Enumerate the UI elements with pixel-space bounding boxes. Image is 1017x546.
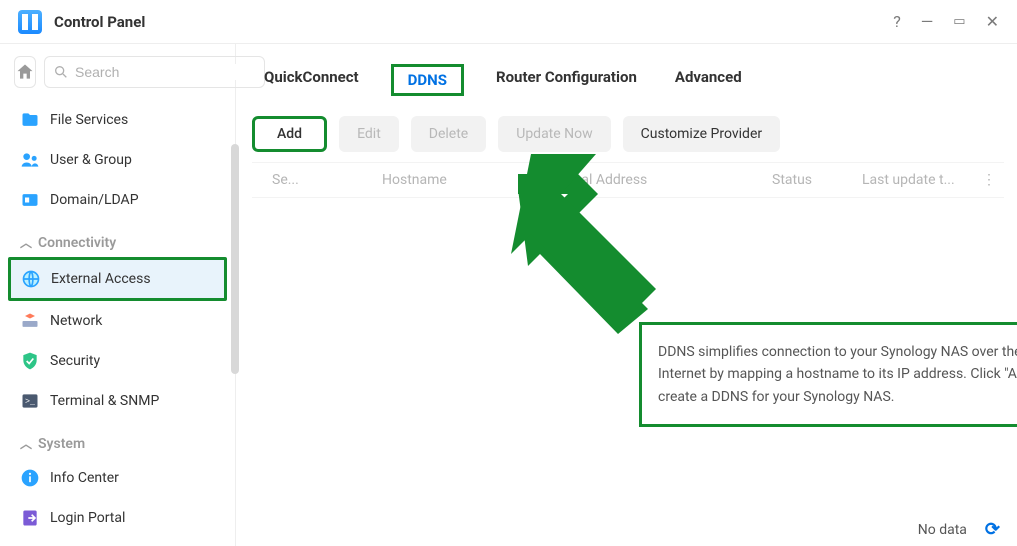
minimize-icon[interactable]: — — [921, 14, 934, 30]
annotation-callout: DDNS simplifies connection to your Synol… — [639, 322, 1017, 427]
add-button[interactable]: Add — [252, 116, 327, 152]
footer-status: No data — [918, 522, 967, 538]
table-menu-icon[interactable]: ⋮ — [982, 172, 1004, 188]
id-card-icon — [20, 190, 40, 210]
customize-provider-button[interactable]: Customize Provider — [623, 116, 780, 152]
sidebar-item-user-group[interactable]: User & Group — [0, 140, 235, 180]
annotation-arrow — [518, 174, 698, 334]
search-icon — [53, 64, 69, 80]
tab-ddns[interactable]: DDNS — [391, 64, 464, 96]
col-status[interactable]: Status — [772, 172, 862, 188]
sidebar-group-label: System — [38, 436, 85, 452]
sidebar-item-external-access[interactable]: External Access — [8, 257, 227, 301]
sidebar-item-domain-ldap[interactable]: Domain/LDAP — [0, 180, 235, 220]
svg-text:>_: >_ — [25, 397, 36, 407]
sidebar: File Services User & Group Domain/LDAP ︿… — [0, 44, 236, 546]
tab-advanced[interactable]: Advanced — [669, 64, 748, 96]
chevron-up-icon: ︿ — [20, 435, 32, 452]
sidebar-group-system[interactable]: ︿ System — [0, 421, 235, 458]
update-now-button: Update Now — [498, 116, 610, 152]
col-hostname[interactable]: Hostname — [382, 172, 542, 188]
terminal-icon: >_ — [20, 391, 40, 411]
sidebar-item-label: External Access — [51, 271, 151, 287]
tab-router-configuration[interactable]: Router Configuration — [490, 64, 643, 96]
sidebar-item-label: Domain/LDAP — [50, 192, 139, 208]
home-icon — [15, 62, 35, 82]
delete-button: Delete — [411, 116, 486, 152]
tabs: QuickConnect DDNS Router Configuration A… — [252, 64, 1004, 110]
sidebar-item-info-center[interactable]: Info Center — [0, 458, 235, 498]
search-input[interactable] — [75, 64, 256, 80]
sidebar-group-connectivity[interactable]: ︿ Connectivity — [0, 220, 235, 257]
users-icon — [20, 150, 40, 170]
footer: No data ⟳ — [918, 519, 1000, 540]
main-layout: File Services User & Group Domain/LDAP ︿… — [0, 44, 1017, 546]
info-icon — [20, 468, 40, 488]
content-area: QuickConnect DDNS Router Configuration A… — [236, 44, 1017, 546]
sidebar-group-label: Connectivity — [38, 235, 116, 251]
col-external-address[interactable]: External Address — [542, 172, 772, 188]
col-service-provider[interactable]: Se... — [272, 172, 382, 188]
sidebar-item-label: Network — [50, 313, 102, 329]
globe-icon — [21, 269, 41, 289]
close-icon[interactable]: ✕ — [986, 14, 999, 30]
table-header: Se... Hostname External Address Status L… — [252, 162, 1004, 198]
sidebar-item-terminal-snmp[interactable]: >_ Terminal & SNMP — [0, 381, 235, 421]
sidebar-item-login-portal[interactable]: Login Portal — [0, 498, 235, 538]
sidebar-item-label: Info Center — [50, 470, 119, 486]
shield-icon — [20, 351, 40, 371]
maximize-icon[interactable]: ▭ — [953, 15, 965, 28]
sidebar-item-label: Login Portal — [50, 510, 125, 526]
home-button[interactable] — [14, 56, 36, 88]
sidebar-item-label: File Services — [50, 112, 128, 128]
window-controls: ? — ▭ ✕ — [893, 14, 999, 30]
router-icon — [20, 311, 40, 331]
col-last-update[interactable]: Last update t... — [862, 172, 982, 188]
app-icon — [18, 10, 42, 34]
refresh-icon[interactable]: ⟳ — [985, 519, 1000, 540]
sidebar-search-row — [0, 56, 235, 100]
portal-icon — [20, 508, 40, 528]
sidebar-item-label: User & Group — [50, 152, 132, 168]
chevron-up-icon: ︿ — [20, 234, 32, 251]
sidebar-item-file-services[interactable]: File Services — [0, 100, 235, 140]
sidebar-item-label: Security — [50, 353, 100, 369]
folder-sync-icon — [20, 110, 40, 130]
search-box[interactable] — [44, 56, 265, 88]
sidebar-item-label: Terminal & SNMP — [50, 393, 159, 409]
help-icon[interactable]: ? — [893, 14, 901, 30]
sidebar-item-security[interactable]: Security — [0, 341, 235, 381]
sidebar-item-network[interactable]: Network — [0, 301, 235, 341]
titlebar: Control Panel ? — ▭ ✕ — [0, 0, 1017, 44]
edit-button: Edit — [339, 116, 399, 152]
tab-quickconnect[interactable]: QuickConnect — [258, 64, 365, 96]
window-title: Control Panel — [54, 13, 893, 31]
toolbar: Add Edit Delete Update Now Customize Pro… — [252, 110, 1004, 162]
callout-text: DDNS simplifies connection to your Synol… — [658, 344, 1017, 405]
